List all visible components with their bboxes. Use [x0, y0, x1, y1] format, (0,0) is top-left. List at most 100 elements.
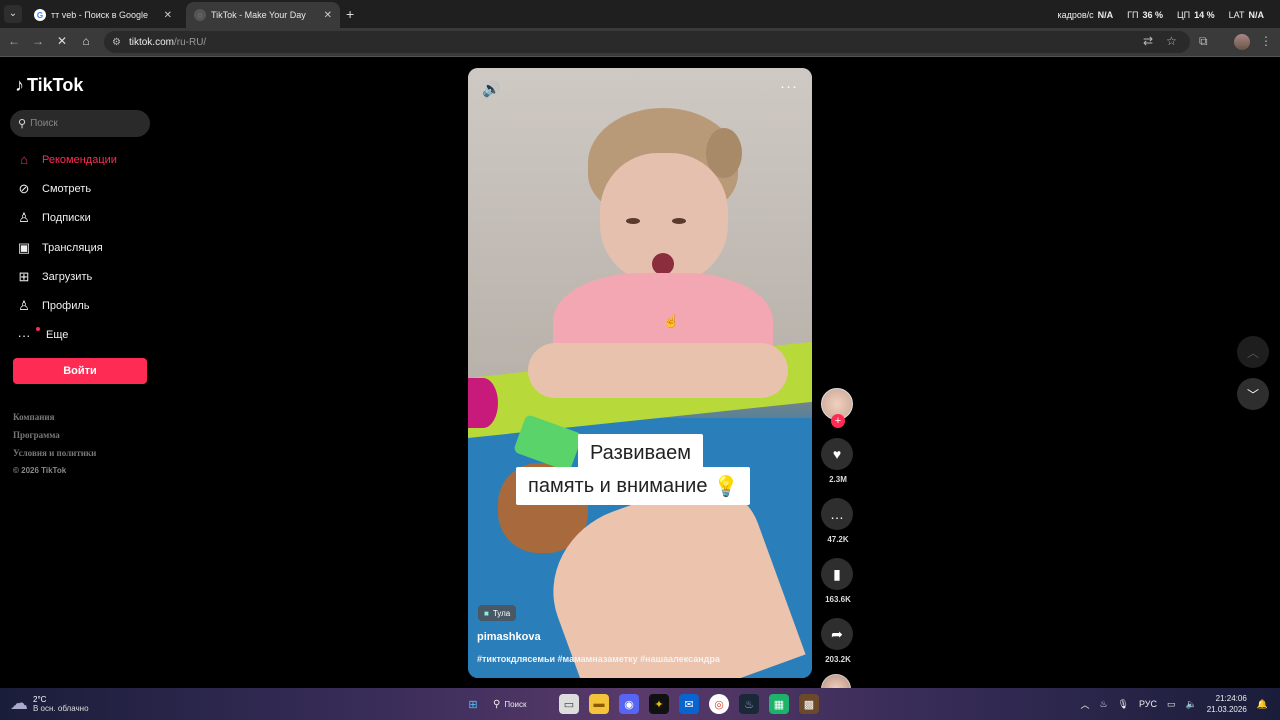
next-video-button[interactable]: ﹀ [1237, 378, 1269, 410]
tiktok-note-icon: ♪ [15, 75, 24, 95]
comment-action: … 47.2K [821, 498, 855, 544]
footer-link-terms[interactable]: Условия и политики [13, 448, 96, 466]
network-icon[interactable]: ▭ [1167, 699, 1176, 710]
save-count: 163.6K [825, 595, 851, 604]
forward-icon[interactable]: → [30, 34, 46, 48]
translate-icon[interactable]: ⇄ [1143, 34, 1153, 48]
file-explorer-icon[interactable]: ▬ [589, 694, 609, 714]
share-count: 203.2K [825, 655, 851, 664]
taskbar-search[interactable]: ⚲ Поиск [493, 694, 549, 714]
notification-dot [36, 327, 40, 332]
discord-icon[interactable]: ◉ [619, 694, 639, 714]
fps-value: N/A [1097, 10, 1114, 20]
weather-temp: 2°C [33, 694, 47, 704]
compass-icon: ⊘ [18, 180, 30, 196]
task-view-icon[interactable]: ▭ [559, 694, 579, 714]
creator-avatar[interactable]: + [821, 388, 853, 428]
mail-icon[interactable]: ✉ [679, 694, 699, 714]
url-path: /ru-RU/ [173, 36, 207, 48]
clock[interactable]: 21:24:06 21.03.2026 [1207, 693, 1247, 715]
sidebar-item-profile[interactable]: ♙ Профиль [16, 291, 156, 320]
tab-google[interactable]: G тт veb - Поиск в Google ✕ [26, 2, 180, 28]
footer-links: Компания Программа Условия и политики © … [13, 412, 96, 484]
url-host: tiktok.com [128, 36, 174, 48]
share-icon[interactable]: ➦ [821, 618, 853, 650]
steam-tray-icon[interactable]: ♨ [1099, 699, 1107, 710]
tiktok-logo[interactable]: ♪ TikTok [15, 75, 83, 96]
sidebar-item-label: Подписки [42, 212, 91, 225]
author-name[interactable]: pimashkova [477, 631, 541, 643]
login-button[interactable]: Войти [13, 358, 147, 384]
performance-overlay: кадров/с N/A ГП 36 % ЦП 14 % LAT N/A [1057, 10, 1264, 20]
chevron-up-icon[interactable]: ︿ [1080, 698, 1089, 711]
extensions-icon[interactable]: ⧉ [1199, 34, 1208, 49]
sidebar-item-explore[interactable]: ⊘ Смотреть [16, 174, 156, 203]
sidebar-item-label: Трансляция [42, 241, 103, 254]
upload-icon: ⊞ [18, 268, 30, 284]
home-icon[interactable]: ⌂ [78, 34, 94, 48]
bookmark-icon[interactable]: ▮ [821, 558, 853, 590]
follow-plus-icon[interactable]: + [831, 414, 845, 428]
address-bar: ← → ✕ ⌂ ⚙ tiktok.com/ru-RU/ ⇄ ☆ ⧉ ⋮ [0, 28, 1280, 57]
bookmark-star-icon[interactable]: ☆ [1166, 34, 1177, 48]
speaker-icon[interactable]: 🔈 [1186, 699, 1197, 710]
previous-video-button[interactable]: ︿ [1237, 336, 1269, 368]
sidebar-item-label: Смотреть [42, 182, 92, 195]
gpu-value: 36 % [1142, 10, 1163, 20]
lat-label: LAT [1228, 10, 1245, 20]
lightbulb-icon: 💡 [713, 475, 739, 498]
app-icon[interactable]: ✦ [649, 694, 669, 714]
start-icon[interactable]: ⊞ [463, 694, 483, 714]
close-tab-icon[interactable]: ✕ [164, 10, 172, 21]
back-icon[interactable]: ← [6, 34, 22, 48]
home-icon: ⌂ [20, 152, 28, 168]
tab-tiktok[interactable]: ◌ TikTok - Make Your Day ✕ [186, 2, 340, 28]
video-player[interactable]: Развиваем память и внимание 💡 🔊 ··· ☝ ■ … [468, 68, 812, 678]
new-tab-button[interactable]: + [346, 6, 354, 22]
location-badge[interactable]: ■ Тула [478, 605, 517, 621]
minecraft-icon[interactable]: ▩ [799, 694, 819, 714]
url-field[interactable]: ⚙ tiktok.com/ru-RU/ [104, 31, 1190, 53]
sidebar-item-more[interactable]: ··· Еще [16, 321, 156, 350]
taskbar-search-label: Поиск [504, 699, 527, 709]
tab-search-button[interactable]: ⌄ [4, 5, 22, 23]
language-indicator[interactable]: РУС [1139, 699, 1157, 709]
clock-date: 21.03.2026 [1206, 705, 1247, 714]
sidebar-item-label: Рекомендации [42, 153, 117, 166]
menu-icon[interactable]: ⋮ [1260, 34, 1272, 48]
location-icon: ■ [484, 608, 489, 618]
sidebar-item-upload[interactable]: ⊞ Загрузить [16, 262, 156, 291]
volume-icon[interactable]: 🔊 [482, 80, 501, 98]
logo-text: TikTok [27, 75, 84, 95]
weather-desc: В осн. облачно [33, 703, 89, 713]
stop-icon[interactable]: ✕ [54, 34, 70, 48]
action-column: + ♥ 2.3M … 47.2K ▮ 163.6K ➦ 203.2K [821, 388, 855, 704]
close-tab-icon[interactable]: ✕ [324, 10, 332, 21]
video-toy [468, 378, 498, 428]
hashtags[interactable]: #тиктокдлясемьи #мамамназаметку #нашаале… [477, 654, 720, 664]
microphone-icon[interactable]: 🎙 [1118, 699, 1129, 710]
heart-icon[interactable]: ♥ [821, 438, 853, 470]
steam-icon[interactable]: ♨ [739, 694, 759, 714]
search-input[interactable]: ⚲ Поиск [10, 110, 150, 137]
comment-icon[interactable]: … [821, 498, 853, 530]
sidebar-nav: ⌂ Рекомендации ⊘ Смотреть ♙ Подписки ▣ Т… [16, 145, 156, 350]
notification-bell-icon[interactable]: 🔔 [1257, 699, 1268, 710]
chrome-icon[interactable]: ◎ [709, 694, 729, 714]
cloud-icon: ☁ [10, 693, 28, 713]
footer-link-company[interactable]: Компания [13, 412, 96, 430]
more-options-icon[interactable]: ··· [780, 78, 798, 95]
sidebar-item-following[interactable]: ♙ Подписки [16, 204, 156, 233]
site-info-icon[interactable]: ⚙ [112, 37, 121, 48]
weather-widget[interactable]: ☁ 2°C В осн. облачно [10, 693, 89, 714]
footer-link-program[interactable]: Программа [13, 430, 96, 448]
sidebar-item-live[interactable]: ▣ Трансляция [16, 233, 156, 262]
profile-icon: ♙ [18, 298, 30, 314]
caption-line-2: память и внимание 💡 [516, 467, 751, 505]
more-icon: ··· [17, 327, 31, 343]
sidebar-item-recommendations[interactable]: ⌂ Рекомендации [16, 145, 156, 174]
sidebar-item-label: Профиль [42, 300, 90, 313]
profile-avatar[interactable] [1234, 34, 1250, 50]
messenger-icon[interactable]: ▦ [769, 694, 789, 714]
chevron-down-icon: ﹀ [1246, 387, 1259, 402]
